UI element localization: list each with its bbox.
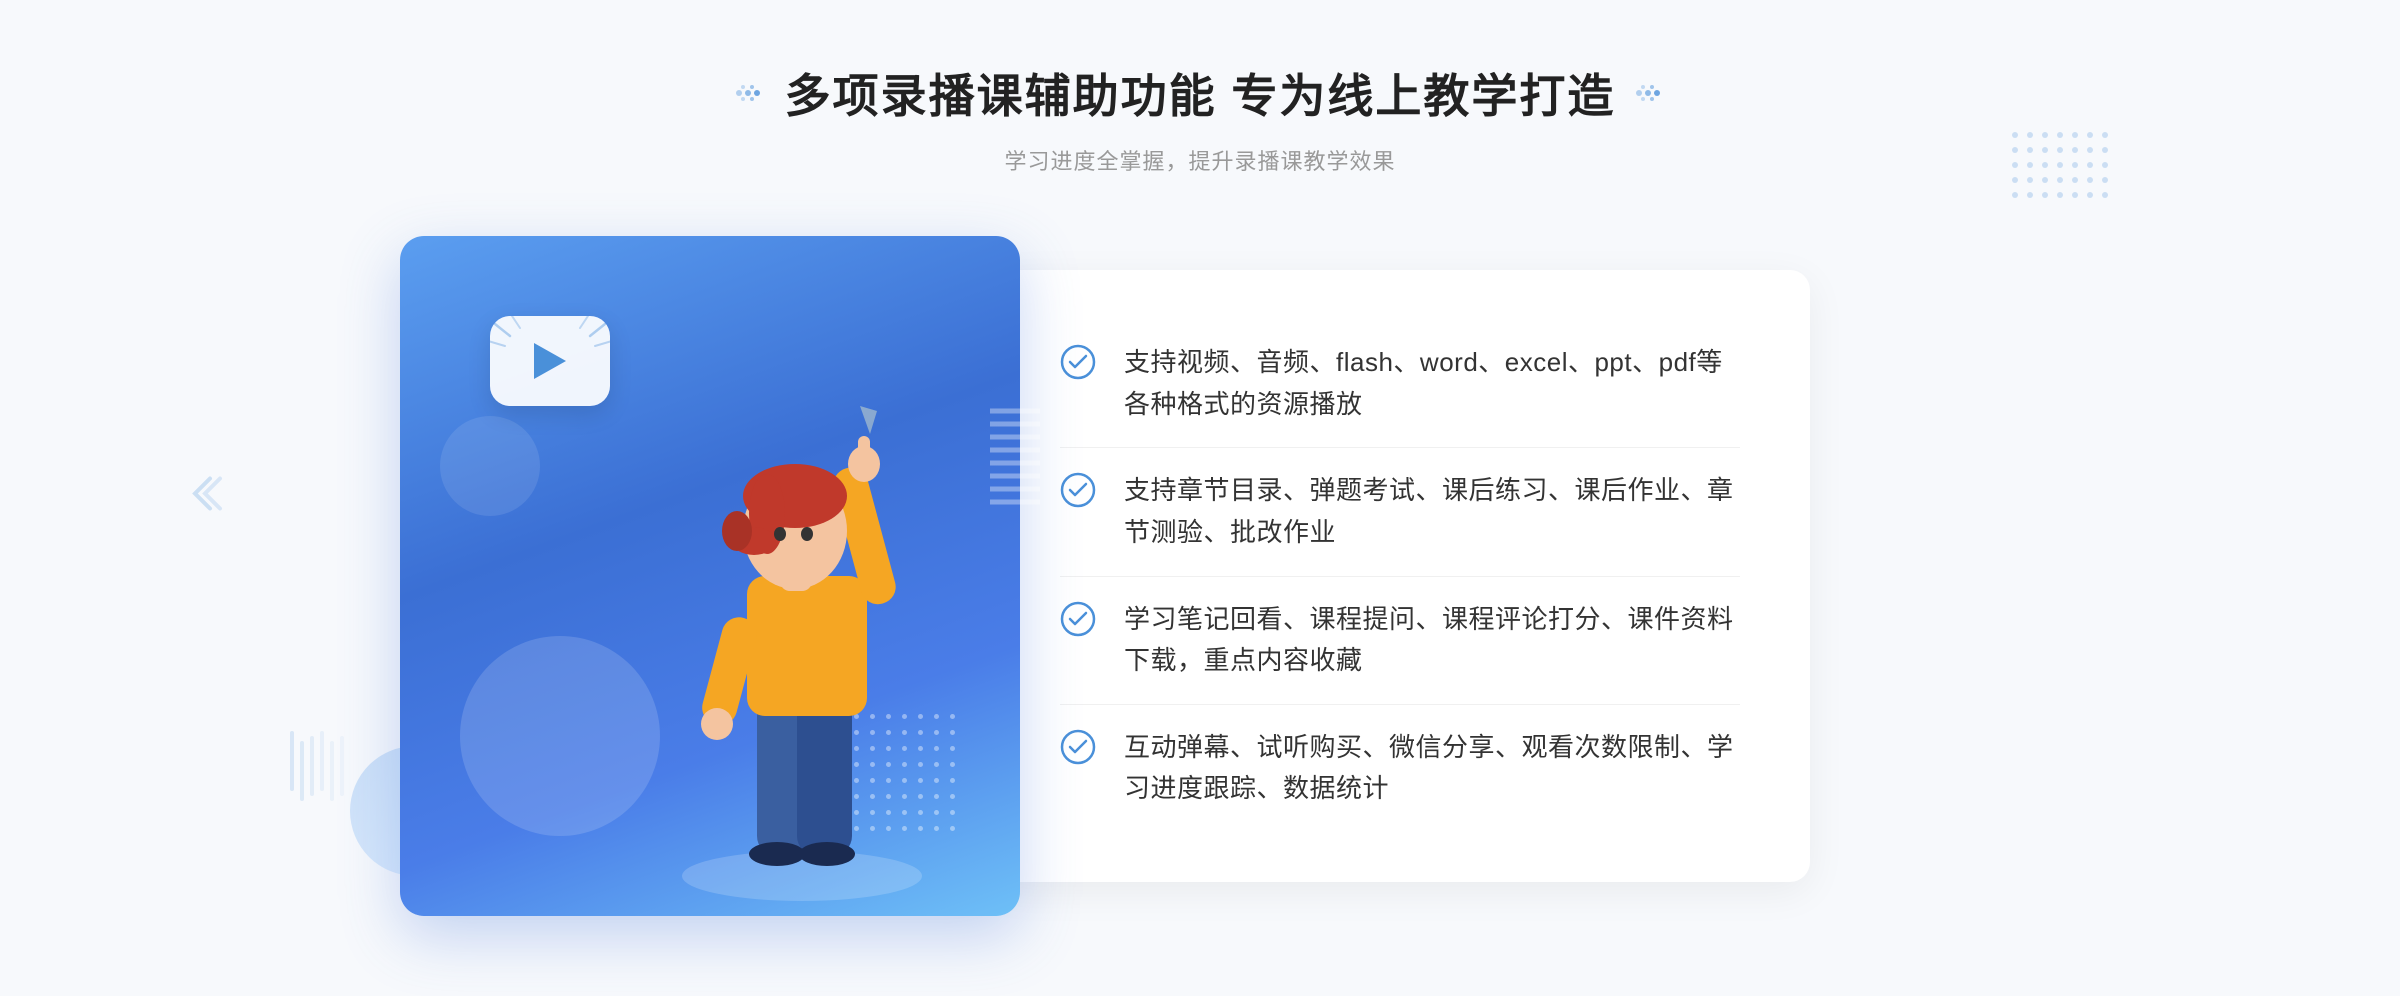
character-illustration <box>602 356 962 916</box>
features-card: 支持视频、音频、flash、word、excel、ppt、pdf等各种格式的资源… <box>990 270 1810 882</box>
card-circle-small <box>440 416 540 516</box>
feature-text-2: 支持章节目录、弹题考试、课后练习、课后作业、章节测验、批改作业 <box>1124 470 1740 553</box>
chevron-left-icon <box>180 469 230 528</box>
check-icon-2 <box>1060 472 1096 508</box>
bg-dots-left: // Will generate inline <box>280 300 420 445</box>
feature-item-2: 支持章节目录、弹题考试、课后练习、课后作业、章节测验、批改作业 <box>1060 448 1740 576</box>
illustration-card <box>400 236 1020 916</box>
feature-item-3: 学习笔记回看、课程提问、课程评论打分、课件资料下载，重点内容收藏 <box>1060 577 1740 705</box>
feature-text-3: 学习笔记回看、课程提问、课程评论打分、课件资料下载，重点内容收藏 <box>1124 599 1740 682</box>
title-deco-right <box>1635 83 1665 103</box>
title-deco-left <box>735 83 765 103</box>
main-title: 多项录播课辅助功能 专为线上教学打造 <box>785 60 1616 126</box>
feature-item-4: 互动弹幕、试听购买、微信分享、观看次数限制、学习进度跟踪、数据统计 <box>1060 705 1740 832</box>
check-icon-1 <box>1060 344 1096 380</box>
check-icon-3 <box>1060 601 1096 637</box>
bottom-dots-deco <box>290 731 370 836</box>
feature-text-4: 互动弹幕、试听购买、微信分享、观看次数限制、学习进度跟踪、数据统计 <box>1124 727 1740 810</box>
feature-text-1: 支持视频、音频、flash、word、excel、ppt、pdf等各种格式的资源… <box>1124 342 1740 425</box>
check-icon-4 <box>1060 729 1096 765</box>
top-right-dots-deco <box>2010 130 2120 205</box>
play-bubble <box>490 316 610 406</box>
stripes-deco <box>990 406 1045 516</box>
content-area: 支持视频、音频、flash、word、excel、ppt、pdf等各种格式的资源… <box>400 236 2000 916</box>
header-section: 多项录播课辅助功能 专为线上教学打造 学习进度全掌握，提升录播课教学效果 <box>735 60 1666 176</box>
feature-item-1: 支持视频、音频、flash、word、excel、ppt、pdf等各种格式的资源… <box>1060 320 1740 448</box>
title-row: 多项录播课辅助功能 专为线上教学打造 <box>735 60 1666 126</box>
page-container: // Will generate inline <box>0 0 2400 996</box>
subtitle: 学习进度全掌握，提升录播课教学效果 <box>735 144 1666 176</box>
